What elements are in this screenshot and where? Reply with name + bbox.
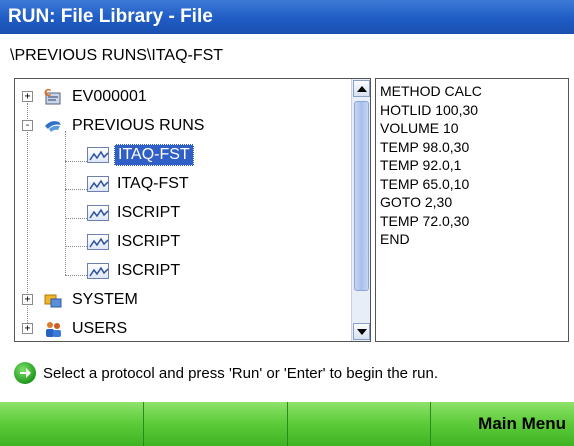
softkey-2[interactable] bbox=[143, 402, 288, 446]
protocol-graph-icon bbox=[87, 175, 109, 192]
window-title: RUN: File Library - File bbox=[0, 0, 574, 34]
softkey-3[interactable] bbox=[287, 402, 432, 446]
go-arrow-icon bbox=[14, 362, 36, 384]
tree-item-protocol[interactable]: ISCRIPT bbox=[87, 198, 183, 227]
protocol-step: HOTLID 100,30 bbox=[380, 101, 479, 118]
tree-item-previous-runs[interactable]: - PREVIOUS RUNS bbox=[21, 111, 207, 140]
scroll-down-button[interactable] bbox=[353, 323, 370, 340]
tree-item-ev000001[interactable]: + C EV000001 bbox=[21, 82, 150, 111]
tree-scrollbar[interactable] bbox=[351, 79, 370, 341]
protocol-graph-icon bbox=[87, 233, 109, 250]
protocol-step: GOTO 2,30 bbox=[380, 194, 453, 210]
protocol-graph-icon bbox=[87, 146, 109, 163]
softkey-bar: Main Menu bbox=[0, 402, 574, 446]
protocol-graph-icon bbox=[87, 262, 109, 279]
tree-item-users[interactable]: + USERS bbox=[21, 314, 130, 341]
expand-toggle[interactable]: + bbox=[22, 323, 33, 334]
arrow-up-icon bbox=[356, 85, 367, 92]
protocol-step: TEMP 92.0,1 bbox=[380, 157, 462, 173]
scroll-up-button[interactable] bbox=[353, 80, 370, 97]
instruction-text: Select a protocol and press 'Run' or 'En… bbox=[43, 364, 439, 382]
protocol-step: TEMP 65.0,10 bbox=[380, 175, 470, 192]
tree-item-protocol[interactable]: ITAQ-FST bbox=[87, 140, 194, 169]
runs-folder-icon bbox=[43, 117, 63, 135]
tree-connector bbox=[65, 275, 87, 276]
system-folder-icon bbox=[43, 291, 63, 309]
protocol-step: END bbox=[380, 231, 410, 247]
tree-item-label: ITAQ-FST bbox=[117, 174, 189, 192]
tree-item-protocol[interactable]: ISCRIPT bbox=[87, 256, 183, 285]
protocol-step: VOLUME 10 bbox=[380, 120, 459, 136]
tree-connector bbox=[65, 131, 66, 275]
tree-connector bbox=[65, 189, 87, 190]
tree-item-label: ISCRIPT bbox=[117, 261, 181, 279]
tree-item-system[interactable]: + SYSTEM bbox=[21, 285, 141, 314]
tree-item-label: EV000001 bbox=[72, 87, 147, 105]
tree-connector bbox=[65, 246, 87, 247]
arrow-down-icon bbox=[356, 328, 367, 335]
tree-item-label: SYSTEM bbox=[72, 290, 138, 308]
tree-item-label: USERS bbox=[72, 319, 128, 337]
expand-toggle[interactable]: + bbox=[22, 294, 33, 305]
scroll-thumb[interactable] bbox=[354, 101, 369, 291]
tree-item-label: ITAQ-FST bbox=[114, 143, 194, 166]
protocol-detail-panel: METHOD CALC HOTLID 100,30 VOLUME 10 TEMP… bbox=[375, 78, 569, 342]
document-c-icon: C bbox=[43, 88, 63, 106]
expand-toggle[interactable]: + bbox=[22, 91, 33, 102]
protocol-step: TEMP 98.0,30 bbox=[380, 138, 470, 155]
current-path: \PREVIOUS RUNS\ITAQ-FST bbox=[10, 47, 224, 64]
tree-connector bbox=[65, 218, 87, 219]
protocol-step: TEMP 72.0,30 bbox=[380, 212, 470, 229]
main-menu-button[interactable]: Main Menu bbox=[431, 402, 574, 446]
tree-connector bbox=[65, 161, 87, 162]
svg-text:C: C bbox=[44, 88, 51, 99]
collapse-toggle[interactable]: - bbox=[22, 120, 33, 131]
tree-item-protocol[interactable]: ISCRIPT bbox=[87, 227, 183, 256]
tree-item-label: ISCRIPT bbox=[117, 203, 181, 221]
file-tree[interactable]: + C EV000001 - PREVIOUS RUNS ITAQ-FST IT… bbox=[14, 78, 371, 342]
protocol-graph-icon bbox=[87, 204, 109, 221]
tree-item-protocol[interactable]: ITAQ-FST bbox=[87, 169, 192, 198]
instruction-hint: Select a protocol and press 'Run' or 'En… bbox=[14, 360, 438, 386]
softkey-1[interactable] bbox=[0, 402, 144, 446]
protocol-step: METHOD CALC bbox=[380, 83, 482, 99]
users-icon bbox=[43, 320, 63, 338]
tree-item-label: PREVIOUS RUNS bbox=[72, 116, 205, 134]
tree-item-label: ISCRIPT bbox=[117, 232, 181, 250]
